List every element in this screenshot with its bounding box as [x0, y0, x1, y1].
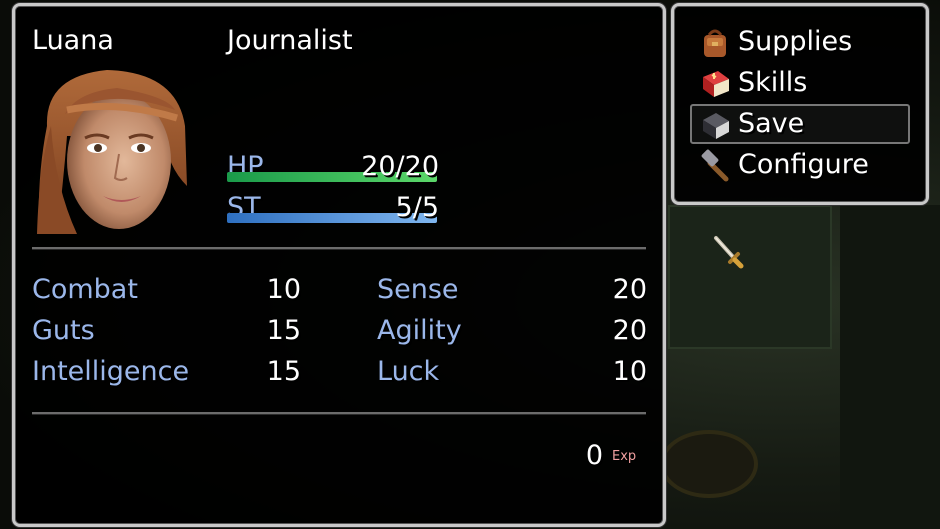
character-class: Journalist: [227, 25, 353, 56]
stat-value-guts: 15: [266, 315, 301, 346]
stat-label-sense: Sense: [377, 274, 459, 305]
menu-label-supplies: Supplies: [738, 26, 853, 57]
stat-value-combat: 10: [266, 274, 301, 305]
exp-value: 0: [585, 440, 603, 471]
exp-unit: Exp: [612, 449, 637, 464]
stat-label-intelligence: Intelligence: [32, 356, 190, 387]
character-portrait: [37, 70, 187, 234]
menu-item-configure[interactable]: Configure: [690, 145, 910, 185]
stat-label-guts: Guts: [32, 315, 95, 346]
menu-window: Supplies Skills Save Configure: [671, 3, 929, 205]
menu-item-save[interactable]: Save: [690, 104, 910, 144]
stat-label-luck: Luck: [377, 356, 440, 387]
menu-label-skills: Skills: [738, 67, 808, 98]
hp-value: 20/20: [361, 151, 439, 182]
wall-shadow: [840, 205, 940, 529]
menu-item-skills[interactable]: Skills: [690, 63, 910, 103]
stat-label-agility: Agility: [377, 315, 462, 346]
stat-value-sense: 20: [612, 274, 647, 305]
character-name: Luana: [32, 25, 114, 56]
hammer-icon: [701, 149, 729, 182]
divider-top: [32, 247, 646, 249]
floor-ornament: [660, 430, 758, 498]
dagger-item-icon[interactable]: [708, 232, 748, 272]
menu-item-supplies[interactable]: Supplies: [690, 22, 910, 62]
stat-value-luck: 10: [612, 356, 647, 387]
stat-value-agility: 20: [612, 315, 647, 346]
stat-label-combat: Combat: [32, 274, 138, 305]
menu-label-configure: Configure: [738, 149, 869, 180]
stat-value-intelligence: 15: [266, 356, 301, 387]
status-window: Luana Journalist HP 20/20 ST 5/5 Combat …: [12, 3, 666, 527]
dark-book-icon: [703, 113, 729, 139]
backpack-icon: [704, 29, 726, 57]
floor-tile: [668, 205, 832, 349]
menu-label-save: Save: [738, 108, 805, 139]
red-book-icon: [703, 71, 729, 97]
st-value: 5/5: [395, 192, 439, 223]
divider-bottom: [32, 412, 646, 414]
